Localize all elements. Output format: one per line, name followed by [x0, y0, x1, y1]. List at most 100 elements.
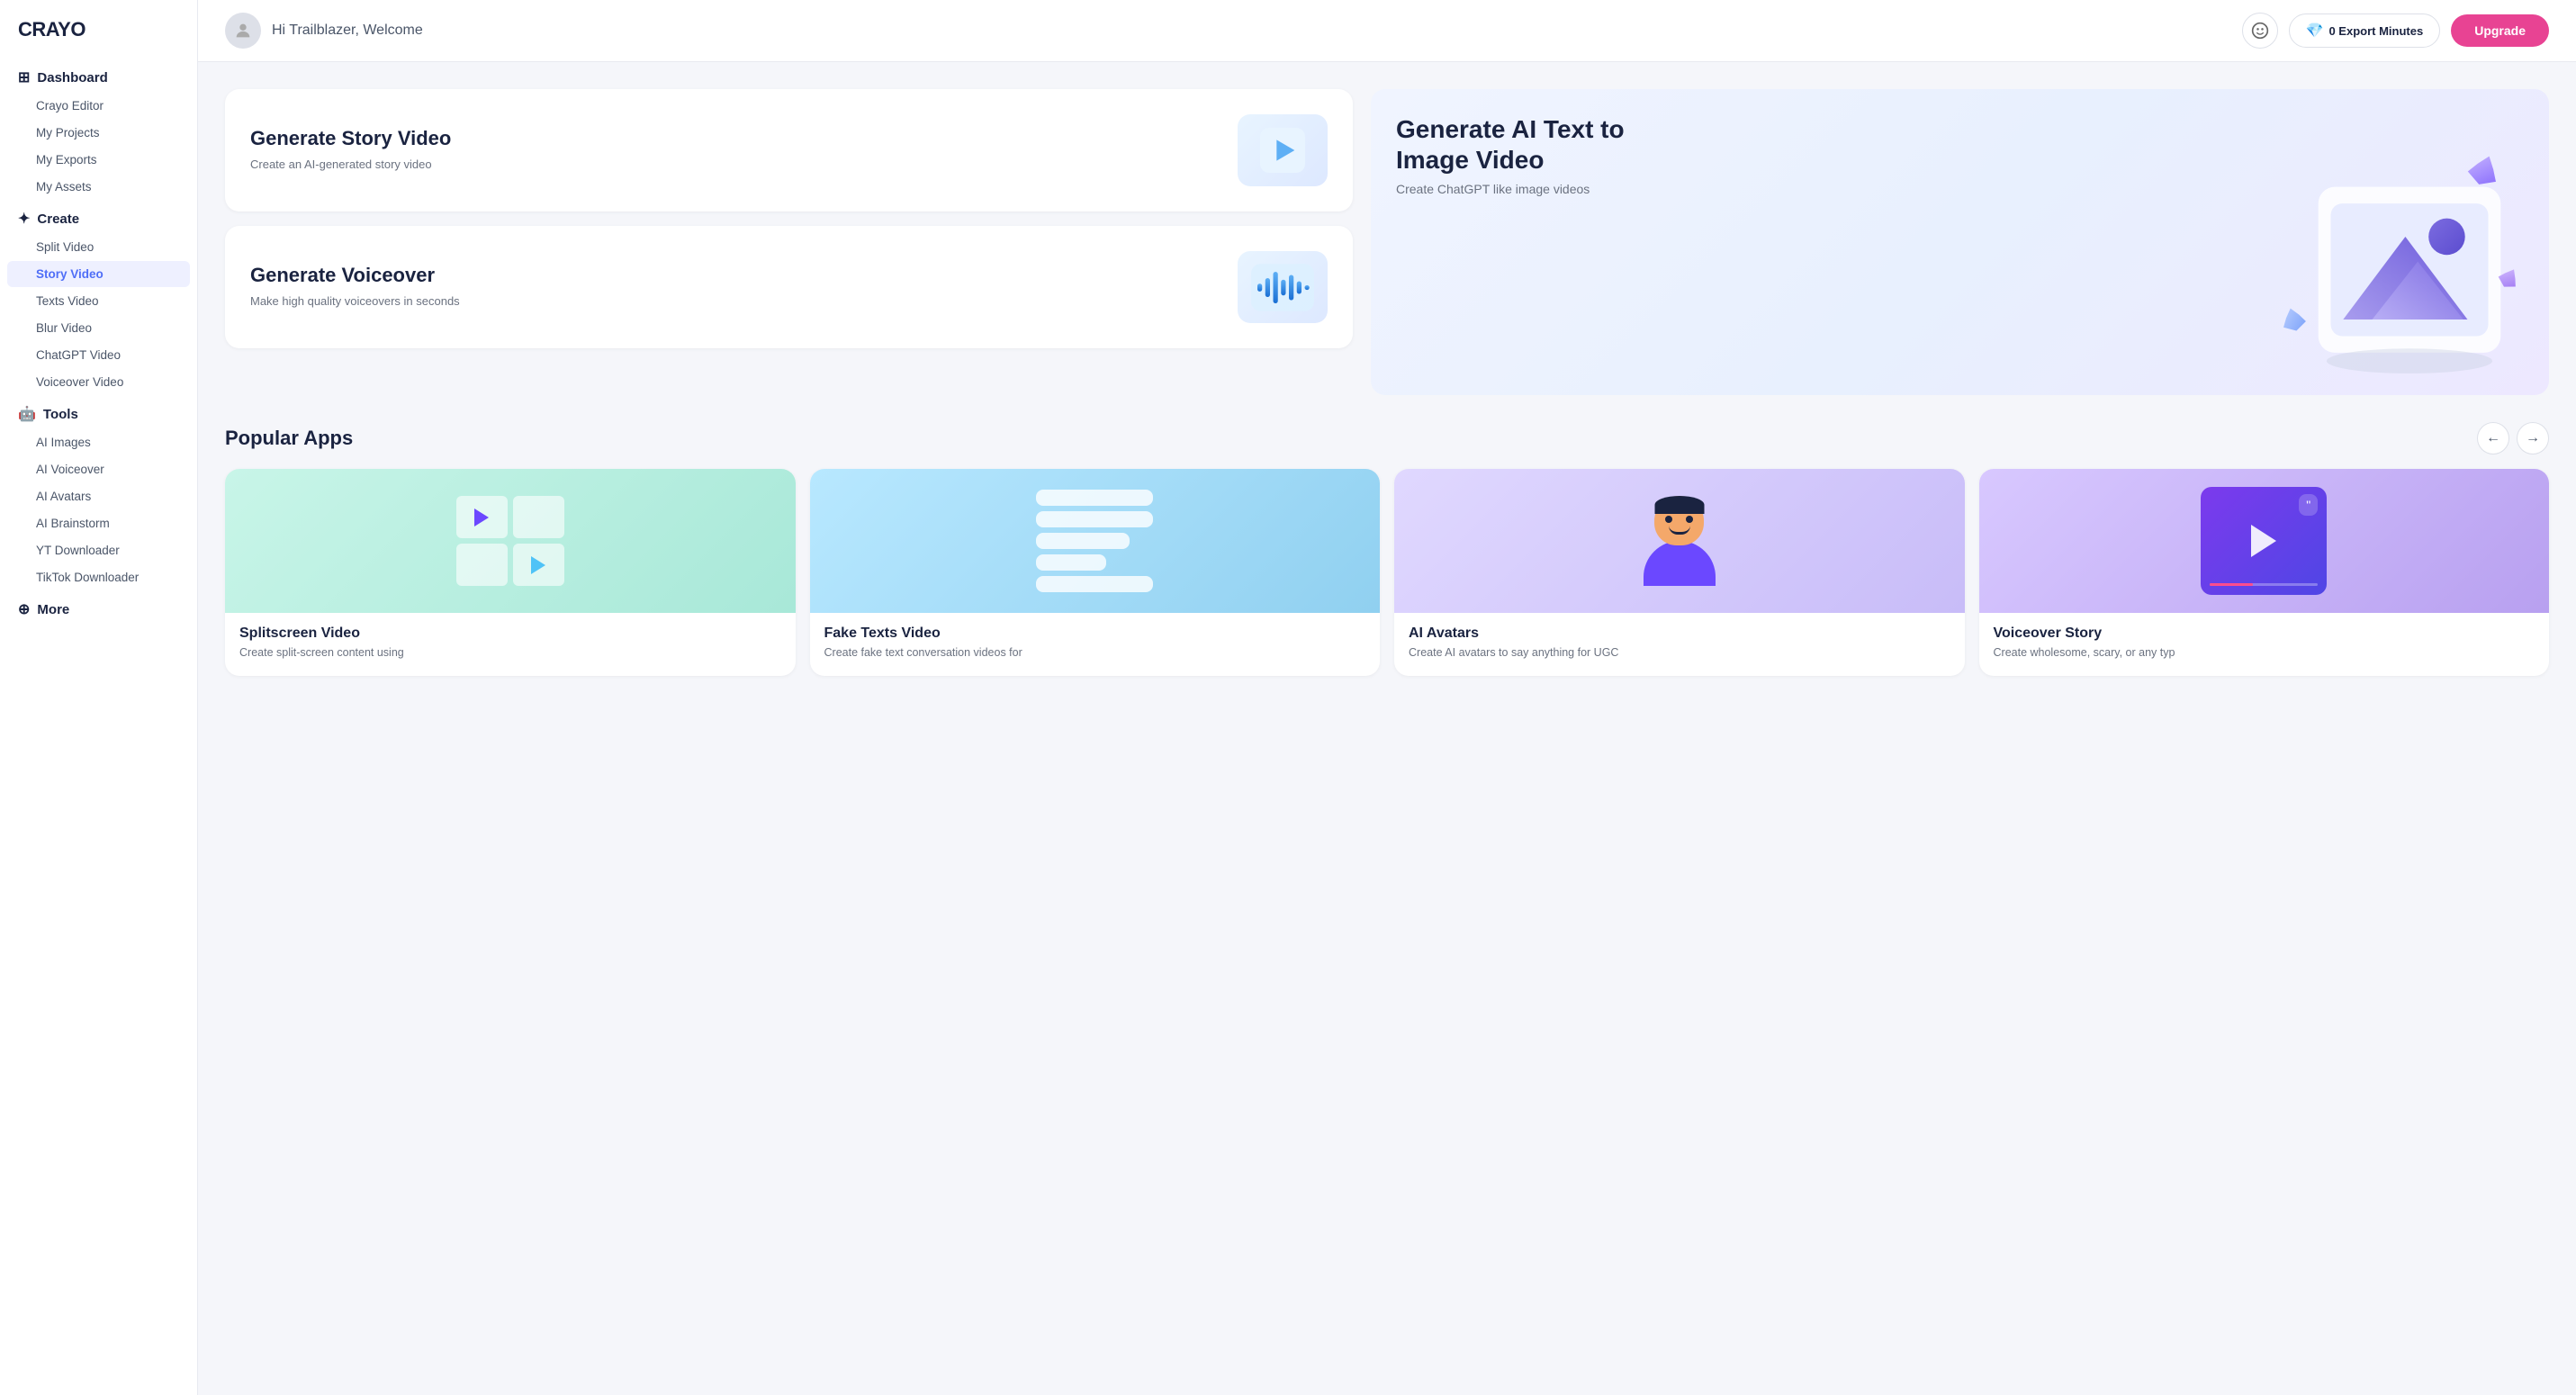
logo-text: CRAYO [18, 18, 86, 41]
generator-row: Generate Story Video Create an AI-genera… [225, 89, 2549, 395]
avatar-right-eye [1686, 516, 1693, 523]
avatars-thumb [1394, 469, 1965, 613]
voiceover-story-desc: Create wholesome, scary, or any typ [1994, 645, 2535, 662]
sidebar-item-crayo-editor[interactable]: Crayo Editor [7, 93, 190, 119]
logo-area[interactable]: CRAYO [0, 18, 197, 59]
export-minutes-label: 0 Export Minutes [2328, 24, 2423, 38]
faketexts-name: Fake Texts Video [824, 626, 1366, 642]
sidebar-item-tiktok-downloader[interactable]: TikTok Downloader [7, 564, 190, 590]
voiceover-thumb: " [1979, 469, 2550, 613]
app-card-splitscreen[interactable]: Splitscreen Video Create split-screen co… [225, 469, 796, 676]
prev-arrow-button[interactable]: ← [2477, 422, 2509, 454]
splitscreen-thumb [225, 469, 796, 613]
sidebar-item-story-video[interactable]: Story Video [7, 261, 190, 287]
vs-play-icon [2251, 525, 2276, 557]
sidebar-item-my-assets[interactable]: My Assets [7, 174, 190, 200]
avatar-head [1654, 496, 1704, 545]
faketexts-thumb [810, 469, 1381, 613]
sidebar: CRAYO ⊞ Dashboard Crayo Editor My Projec… [0, 0, 198, 1395]
header-right: 💎 0 Export Minutes Upgrade [2242, 13, 2549, 49]
sidebar-item-my-projects[interactable]: My Projects [7, 120, 190, 146]
sidebar-section-create-label: Create [37, 212, 79, 227]
app-card-voiceover[interactable]: " Voiceover Story Create wholesome, scar… [1979, 469, 2550, 676]
hero-title: Generate AI Text to Image Video [1396, 114, 1648, 175]
voiceover-icon [1238, 251, 1328, 323]
text-bubble-5 [1036, 576, 1153, 592]
popular-apps-title: Popular Apps [225, 427, 353, 450]
split-panel-tr [513, 496, 564, 538]
gen-cards-column: Generate Story Video Create an AI-genera… [225, 89, 1353, 395]
voiceover-story-info: Voiceover Story Create wholesome, scary,… [1979, 613, 2550, 676]
sidebar-item-ai-brainstorm[interactable]: AI Brainstorm [7, 510, 190, 536]
faketexts-info: Fake Texts Video Create fake text conver… [810, 613, 1381, 676]
avatar-body [1644, 541, 1716, 586]
sidebar-item-ai-voiceover[interactable]: AI Voiceover [7, 456, 190, 482]
sidebar-item-yt-downloader[interactable]: YT Downloader [7, 537, 190, 563]
story-video-card-text: Generate Story Video Create an AI-genera… [250, 127, 451, 174]
avatar-visual [1644, 496, 1716, 586]
sidebar-section-create: ✦ Create [0, 201, 197, 233]
chat-icon-button[interactable] [2242, 13, 2278, 49]
avatars-info: AI Avatars Create AI avatars to say anyt… [1394, 613, 1965, 676]
next-arrow-button[interactable]: → [2517, 422, 2549, 454]
dashboard-content: Generate Story Video Create an AI-genera… [198, 62, 2576, 703]
vs-progress-bar [2210, 583, 2253, 586]
split-panel-tl [456, 496, 508, 538]
main-content: Hi Trailblazer, Welcome 💎 0 Export Minut… [198, 0, 2576, 1395]
sidebar-section-tools: 🤖 Tools [0, 396, 197, 428]
sidebar-item-ai-images[interactable]: AI Images [7, 429, 190, 455]
popular-apps-section: Popular Apps ← → [225, 422, 2549, 676]
avatars-name: AI Avatars [1409, 626, 1950, 642]
sidebar-section-dashboard-label: Dashboard [37, 70, 107, 86]
sidebar-item-my-exports[interactable]: My Exports [7, 147, 190, 173]
avatar [225, 13, 261, 49]
split-play-icon [474, 508, 489, 526]
tools-icon: 🤖 [18, 405, 36, 423]
vs-quote-icon: " [2299, 494, 2318, 516]
generate-story-video-card[interactable]: Generate Story Video Create an AI-genera… [225, 89, 1353, 212]
split-panel-bl [456, 544, 508, 586]
nav-arrows: ← → [2477, 422, 2549, 454]
splitscreen-desc: Create split-screen content using [239, 645, 781, 662]
create-icon: ✦ [18, 210, 30, 228]
sidebar-section-more[interactable]: ⊕ More [0, 591, 197, 624]
text-bubble-4 [1036, 554, 1106, 571]
export-minutes-button[interactable]: 💎 0 Export Minutes [2289, 14, 2441, 48]
voiceover-description: Make high quality voiceovers in seconds [250, 292, 460, 310]
header: Hi Trailblazer, Welcome 💎 0 Export Minut… [198, 0, 2576, 62]
sidebar-item-voiceover-video[interactable]: Voiceover Video [7, 369, 190, 395]
sidebar-item-blur-video[interactable]: Blur Video [7, 315, 190, 341]
story-video-icon [1238, 114, 1328, 186]
hero-area[interactable]: Generate AI Text to Image Video Create C… [1371, 89, 2549, 395]
header-left: Hi Trailblazer, Welcome [225, 13, 423, 49]
sidebar-item-split-video[interactable]: Split Video [7, 234, 190, 260]
gem-icon: 💎 [2306, 22, 2324, 40]
voiceover-story-name: Voiceover Story [1994, 626, 2535, 642]
avatars-desc: Create AI avatars to say anything for UG… [1409, 645, 1950, 662]
split-play-icon-2 [531, 556, 545, 574]
vs-progress-bar-container [2210, 583, 2318, 586]
splitscreen-visual [456, 496, 564, 586]
voiceover-title: Generate Voiceover [250, 264, 460, 287]
text-bubble-1 [1036, 490, 1153, 506]
text-bubble-3 [1036, 533, 1130, 549]
generate-voiceover-card[interactable]: Generate Voiceover Make high quality voi… [225, 226, 1353, 348]
split-panel-br [513, 544, 564, 586]
text-bubble-2 [1036, 511, 1153, 527]
sidebar-item-chatgpt-video[interactable]: ChatGPT Video [7, 342, 190, 368]
welcome-text: Hi Trailblazer, Welcome [272, 22, 423, 39]
story-video-description: Create an AI-generated story video [250, 156, 451, 174]
upgrade-button[interactable]: Upgrade [2451, 14, 2549, 47]
texts-visual [1036, 490, 1153, 592]
avatar-smile [1669, 526, 1690, 535]
voiceover-card-text: Generate Voiceover Make high quality voi… [250, 264, 460, 310]
sidebar-item-ai-avatars[interactable]: AI Avatars [7, 483, 190, 509]
avatar-hair [1654, 496, 1704, 514]
splitscreen-name: Splitscreen Video [239, 626, 781, 642]
sidebar-section-more-label: More [37, 602, 69, 617]
voiceover-visual: " [2201, 487, 2327, 595]
app-card-faketexts[interactable]: Fake Texts Video Create fake text conver… [810, 469, 1381, 676]
sidebar-item-texts-video[interactable]: Texts Video [7, 288, 190, 314]
app-card-avatars[interactable]: AI Avatars Create AI avatars to say anyt… [1394, 469, 1965, 676]
apps-row: Splitscreen Video Create split-screen co… [225, 469, 2549, 676]
